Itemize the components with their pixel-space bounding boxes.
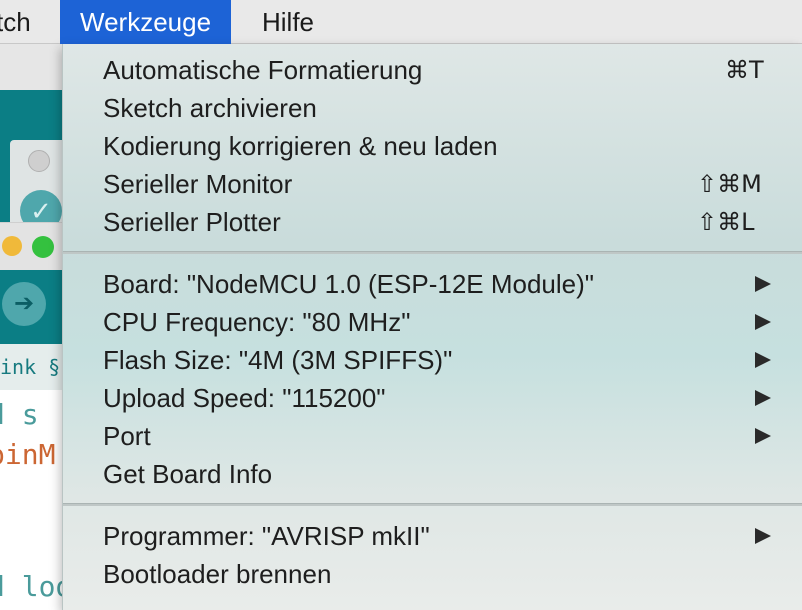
submenu-arrow-icon (755, 390, 771, 406)
submenu-arrow-icon (755, 314, 771, 330)
menubar-item-hilfe[interactable]: Hilfe (262, 0, 314, 44)
sketch-tab[interactable]: ink § (0, 344, 62, 390)
code-line: d loop() { (0, 570, 62, 603)
shortcut-label: ⇧⌘M (697, 170, 762, 198)
menu-item-auto-format[interactable]: Automatische Formatierung ⌘T (63, 51, 802, 89)
code-line: pinM (0, 438, 56, 471)
menu-item-label: Upload Speed: "115200" (103, 383, 386, 413)
menu-item-label: Board: "NodeMCU 1.0 (ESP-12E Module)" (103, 269, 595, 299)
window-button-icon (28, 150, 50, 172)
menu-item-burn-bootloader[interactable]: Bootloader brennen (63, 555, 802, 593)
shortcut-label: ⇧⌘L (697, 208, 755, 236)
menu-item-label: CPU Frequency: "80 MHz" (103, 307, 411, 337)
menu-item-label: Flash Size: "4M (3M SPIFFS)" (103, 345, 453, 375)
menu-item-port[interactable]: Port (63, 417, 802, 455)
menu-item-upload-speed[interactable]: Upload Speed: "115200" (63, 379, 802, 417)
ide-strip (0, 44, 62, 90)
menu-item-fix-encoding[interactable]: Kodierung korrigieren & neu laden (63, 127, 802, 165)
menu-item-get-board-info[interactable]: Get Board Info (63, 455, 802, 493)
code-editor[interactable]: d s pinM d loop() { (0, 390, 62, 610)
menu-item-serial-plotter[interactable]: Serieller Plotter ⇧⌘L (63, 203, 802, 241)
shortcut-label: ⌘T (725, 56, 764, 84)
menu-item-label: Bootloader brennen (103, 559, 332, 589)
menubar-item-sketch[interactable]: tch (0, 0, 31, 44)
submenu-arrow-icon (755, 352, 771, 368)
menu-item-board[interactable]: Board: "NodeMCU 1.0 (ESP-12E Module)" (63, 265, 802, 303)
menu-item-label: Get Board Info (103, 459, 273, 489)
menu-separator (63, 251, 802, 254)
menu-item-archive-sketch[interactable]: Sketch archivieren (63, 89, 802, 127)
menu-item-label: Automatische Formatierung (103, 55, 423, 85)
menubar: tch Werkzeuge Hilfe (0, 0, 802, 44)
menu-item-label: Programmer: "AVRISP mkII" (103, 521, 430, 551)
tools-dropdown-menu: Automatische Formatierung ⌘T Sketch arch… (62, 44, 802, 610)
menu-item-label: Serieller Plotter (103, 207, 281, 237)
code-line: d s (0, 398, 39, 431)
menu-item-label: Sketch archivieren (103, 93, 317, 123)
minimize-icon[interactable] (2, 236, 22, 256)
zoom-icon[interactable] (32, 236, 54, 258)
submenu-arrow-icon (755, 528, 771, 544)
menu-item-serial-monitor[interactable]: Serieller Monitor ⇧⌘M (63, 165, 802, 203)
menubar-item-werkzeuge[interactable]: Werkzeuge (60, 0, 232, 44)
menu-separator (63, 503, 802, 506)
background-ide-window: ✓ ➔ ink § d s pinM d loop() { (0, 44, 62, 610)
menu-item-label: Kodierung korrigieren & neu laden (103, 131, 498, 161)
menu-item-programmer[interactable]: Programmer: "AVRISP mkII" (63, 517, 802, 555)
submenu-arrow-icon (755, 276, 771, 292)
upload-icon[interactable]: ➔ (2, 282, 46, 326)
menu-item-label: Serieller Monitor (103, 169, 293, 199)
submenu-arrow-icon (755, 428, 771, 444)
menu-item-cpu-frequency[interactable]: CPU Frequency: "80 MHz" (63, 303, 802, 341)
menu-item-label: Port (103, 421, 151, 451)
menu-item-flash-size[interactable]: Flash Size: "4M (3M SPIFFS)" (63, 341, 802, 379)
